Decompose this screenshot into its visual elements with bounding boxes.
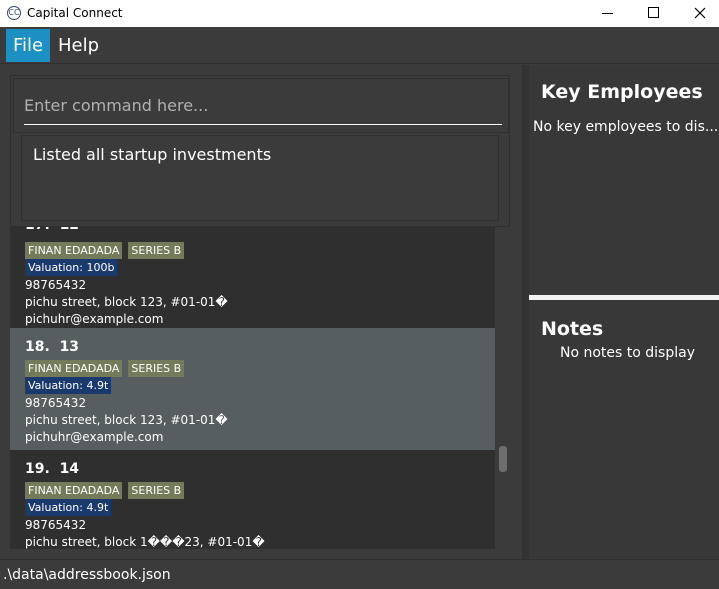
minimize-button[interactable] (585, 0, 631, 27)
split-pane-divider[interactable] (522, 65, 529, 559)
phone-text: 98765432 (25, 518, 87, 532)
tag-row: FINAN EDADADA SERIES B (25, 359, 190, 377)
menu-file[interactable]: File (6, 29, 51, 62)
window-title: Capital Connect (27, 6, 123, 20)
notes-panel: Notes No notes to display (529, 300, 719, 559)
tag-industry: FINAN EDADADA (25, 360, 123, 377)
tag-industry: FINAN EDADADA (25, 482, 123, 499)
command-box (13, 78, 509, 133)
card-title: 18. 13 (25, 339, 80, 355)
status-bar: .\data\addressbook.json (0, 559, 719, 589)
notes-empty-text: No notes to display (560, 345, 695, 361)
address-text: pichu street, block 123, #01-01� (25, 413, 228, 427)
command-input[interactable] (24, 87, 502, 125)
tag-row: FINAN EDADADA SERIES B (25, 481, 190, 499)
address-text: pichu street, block 1���23, #01-01� (25, 535, 265, 549)
maximize-button[interactable] (631, 0, 677, 27)
list-item-selected[interactable]: 18. 13 FINAN EDADADA SERIES B Valuation: … (10, 328, 495, 450)
right-pane: Key Employees No key employees to dis...… (529, 65, 719, 559)
tag-funding-stage: SERIES B (128, 482, 185, 499)
startup-list[interactable]: 17. 12 FINAN EDADADA SERIES B Valuation: … (10, 222, 495, 549)
menu-help[interactable]: Help (51, 29, 106, 62)
list-scrollbar[interactable] (495, 222, 511, 549)
email-text: pichuhr@example.com (25, 312, 164, 326)
title-bar: CC Capital Connect (0, 0, 719, 27)
address-text: pichu street, block 123, #01-01� (25, 295, 228, 309)
close-button[interactable] (677, 0, 719, 27)
key-employees-panel: Key Employees No key employees to dis... (529, 65, 719, 295)
card-title: 19. 14 (25, 461, 80, 477)
app-logo-icon: CC (7, 6, 21, 20)
valuation-badge: Valuation: 4.9t (25, 377, 112, 394)
scrollbar-thumb[interactable] (499, 446, 507, 472)
phone-text: 98765432 (25, 396, 87, 410)
close-icon (694, 7, 706, 19)
valuation-badge: Valuation: 100b (25, 259, 118, 276)
notes-heading: Notes (541, 318, 604, 340)
command-panel: Listed all startup investments (10, 75, 510, 227)
tag-funding-stage: SERIES B (128, 242, 185, 259)
email-text: pichuhr@example.com (25, 430, 164, 444)
result-display: Listed all startup investments (21, 135, 499, 221)
key-employees-heading: Key Employees (541, 81, 703, 103)
left-pane: 17. 12 FINAN EDADADA SERIES B Valuation: … (0, 65, 522, 559)
result-text: Listed all startup investments (33, 145, 272, 164)
tag-funding-stage: SERIES B (128, 360, 185, 377)
phone-text: 98765432 (25, 278, 87, 292)
list-item[interactable]: 19. 14 FINAN EDADADA SERIES B Valuation: … (10, 450, 495, 549)
tag-row: FINAN EDADADA SERIES B (25, 241, 190, 259)
data-file-path: .\data\addressbook.json (3, 567, 171, 583)
tag-industry: FINAN EDADADA (25, 242, 123, 259)
key-employees-empty-text: No key employees to dis... (533, 119, 719, 135)
menu-bar: File Help (0, 27, 719, 64)
list-item[interactable]: 17. 12 FINAN EDADADA SERIES B Valuation: … (10, 222, 495, 328)
valuation-badge: Valuation: 4.9t (25, 499, 112, 516)
